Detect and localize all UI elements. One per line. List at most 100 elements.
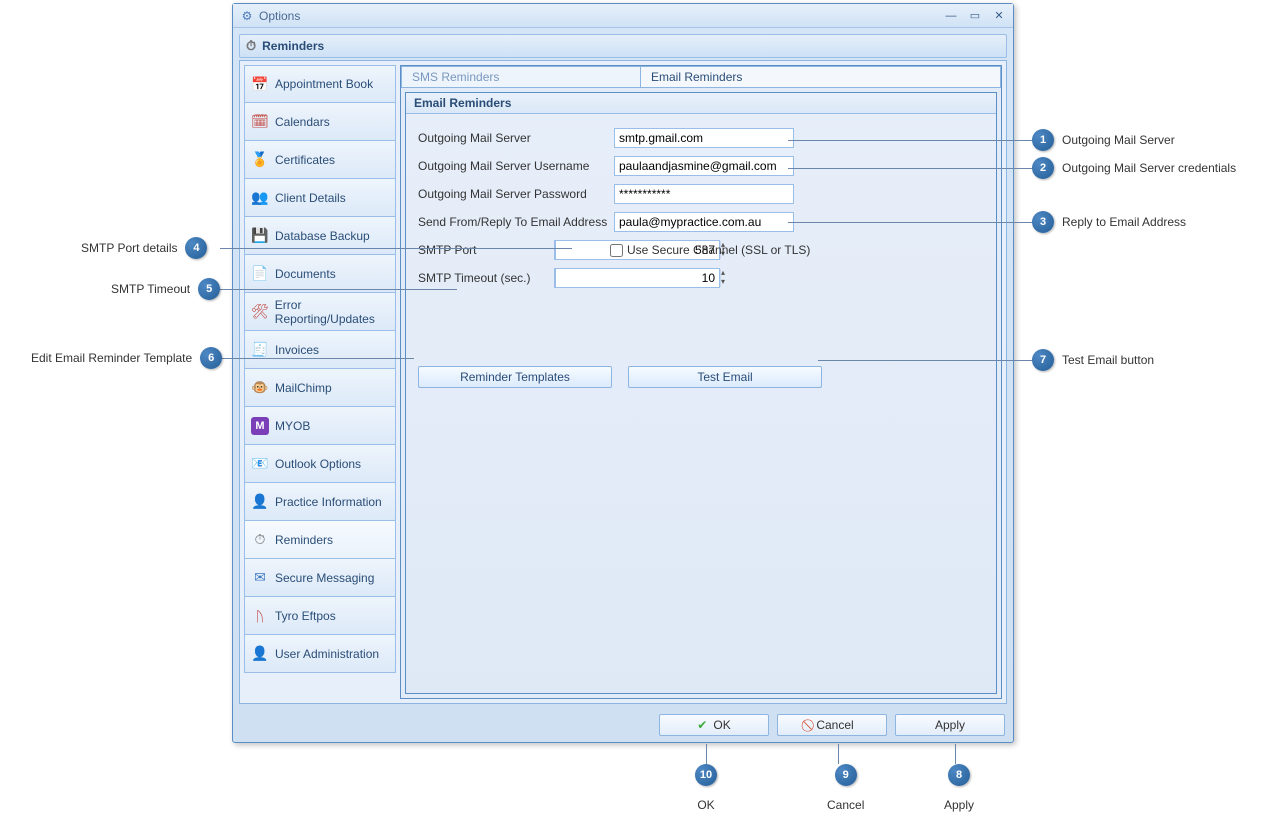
tyro-icon: ᚢ xyxy=(251,607,269,625)
mailchimp-icon: 🐵 xyxy=(251,379,269,397)
minimize-button[interactable]: — xyxy=(943,9,959,23)
leader-line xyxy=(788,222,1034,223)
callout-8: 8 Apply xyxy=(944,764,974,812)
close-button[interactable]: ✕ xyxy=(991,9,1007,23)
callout-1: 1 Outgoing Mail Server xyxy=(1032,129,1183,151)
myob-icon: M xyxy=(251,417,269,435)
dialog-buttons: ✔ OK ⃠ Cancel Apply xyxy=(659,714,1005,736)
sidebar-item-documents[interactable]: 📄 Documents xyxy=(244,255,396,293)
label-timeout: SMTP Timeout (sec.) xyxy=(418,271,554,285)
label-username: Outgoing Mail Server Username xyxy=(418,159,614,173)
leader-line xyxy=(220,289,457,290)
input-timeout[interactable]: ▴▾ xyxy=(554,268,596,288)
sidebar-item-myob[interactable]: M MYOB xyxy=(244,407,396,445)
sidebar-item-secure-messaging[interactable]: ✉ Secure Messaging xyxy=(244,559,396,597)
input-port[interactable]: ▴▾ xyxy=(554,240,596,260)
sidebar-item-label: Client Details xyxy=(275,191,346,205)
button-test-email[interactable]: Test Email xyxy=(628,366,822,388)
sidebar-item-label: Reminders xyxy=(275,533,333,547)
leader-line xyxy=(788,168,1034,169)
sidebar-item-certificates[interactable]: 🏅 Certificates xyxy=(244,141,396,179)
apply-button[interactable]: Apply xyxy=(895,714,1005,736)
sidebar-item-label: Invoices xyxy=(275,343,319,357)
label-ssl: Use Secure Channel (SSL or TLS) xyxy=(627,243,810,257)
sidebar-item-client-details[interactable]: 👥Client Details xyxy=(244,179,396,217)
input-password[interactable] xyxy=(614,184,794,204)
certificates-icon: 🏅 xyxy=(251,151,269,169)
spin-down-icon[interactable]: ▾ xyxy=(720,278,725,287)
sidebar-item-mailchimp[interactable]: 🐵 MailChimp xyxy=(244,369,396,407)
sidebar-item-label: Certificates xyxy=(275,153,335,167)
button-reminder-templates[interactable]: Reminder Templates xyxy=(418,366,612,388)
badge-7: 7 xyxy=(1032,349,1054,371)
check-icon: ✔ xyxy=(697,718,707,732)
database-icon: 💾 xyxy=(251,227,269,245)
sidebar-item-label: Secure Messaging xyxy=(275,571,374,585)
sidebar-item-label: MYOB xyxy=(275,419,310,433)
badge-9: 9 xyxy=(835,764,857,786)
sidebar-item-user-administration[interactable]: 👤 User Administration xyxy=(244,635,396,673)
badge-1: 1 xyxy=(1032,129,1054,151)
calendars-icon: 🗓 xyxy=(251,113,269,131)
input-from[interactable] xyxy=(614,212,794,232)
badge-10: 10 xyxy=(695,764,717,786)
outlook-icon: 📧 xyxy=(251,455,269,473)
sidebar-item-database-backup[interactable]: 💾 Database Backup xyxy=(244,217,396,255)
sidebar-item-calendars[interactable]: 🗓 Calendars xyxy=(244,103,396,141)
badge-6: 6 xyxy=(200,347,222,369)
invoices-icon: 🧾 xyxy=(251,341,269,359)
sidebar-item-tyro-eftpos[interactable]: ᚢ Tyro Eftpos xyxy=(244,597,396,635)
badge-4: 4 xyxy=(185,237,207,259)
sidebar: 📅 Appointment Book 🗓 Calendars 🏅 Certificates… xyxy=(244,65,396,699)
email-reminders-panel: Email Reminders Outgoing Mail Server Out… xyxy=(405,92,997,694)
section-header: ⏱ Reminders xyxy=(239,34,1007,58)
sidebar-item-label: User Administration xyxy=(275,647,379,661)
sidebar-item-practice-information[interactable]: 👤Practice Information xyxy=(244,483,396,521)
user-icon: 👤 xyxy=(251,645,269,663)
app-icon: ⚙ xyxy=(239,8,255,24)
sidebar-item-label: Appointment Book xyxy=(275,77,373,91)
sidebar-item-invoices[interactable]: 🧾 Invoices xyxy=(244,331,396,369)
input-username[interactable] xyxy=(614,156,794,176)
ok-button[interactable]: ✔ OK xyxy=(659,714,769,736)
sidebar-item-label: MailChimp xyxy=(275,381,332,395)
leader-line xyxy=(788,140,1034,141)
window-title: Options xyxy=(259,9,943,23)
sidebar-item-outlook-options[interactable]: 📧 Outlook Options xyxy=(244,445,396,483)
sidebar-item-label: Database Backup xyxy=(275,229,370,243)
panel-title: Email Reminders xyxy=(406,93,996,114)
leader-line xyxy=(955,744,956,764)
appointment-icon: 📅 xyxy=(251,75,269,93)
label-server: Outgoing Mail Server xyxy=(418,131,614,145)
cancel-button[interactable]: ⃠ Cancel xyxy=(777,714,887,736)
label-password: Outgoing Mail Server Password xyxy=(418,187,614,201)
section-title: Reminders xyxy=(262,39,324,53)
secure-icon: ✉ xyxy=(251,569,269,587)
callout-7: 7 Test Email button xyxy=(1032,349,1162,371)
sidebar-item-label: Tyro Eftpos xyxy=(275,609,336,623)
input-server[interactable] xyxy=(614,128,794,148)
tab-email-reminders[interactable]: Email Reminders xyxy=(641,66,1001,88)
sidebar-item-appointment-book[interactable]: 📅 Appointment Book xyxy=(244,65,396,103)
sidebar-item-label: Documents xyxy=(275,267,336,281)
tab-row: SMS Reminders Email Reminders xyxy=(401,66,1001,88)
documents-icon: 📄 xyxy=(251,265,269,283)
checkbox-ssl[interactable] xyxy=(610,244,623,257)
sidebar-item-label: Calendars xyxy=(275,115,330,129)
titlebar: ⚙ Options — ▭ ✕ xyxy=(233,4,1013,28)
sidebar-item-error-reporting-updates[interactable]: 🛠Error Reporting/Updates xyxy=(244,293,396,331)
callout-2: 2 Outgoing Mail Server credentials xyxy=(1032,157,1244,179)
tab-sms-reminders[interactable]: SMS Reminders xyxy=(401,66,641,88)
callout-9: 9 Cancel xyxy=(827,764,864,812)
maximize-button[interactable]: ▭ xyxy=(967,9,983,23)
sidebar-item-label: Outlook Options xyxy=(275,457,361,471)
clock-icon: ⏱ xyxy=(246,38,256,54)
sidebar-item-reminders[interactable]: ⏱Reminders xyxy=(244,521,396,559)
callout-4: 4 SMTP Port details xyxy=(73,237,207,259)
callout-3: 3 Reply to Email Address xyxy=(1032,211,1194,233)
leader-line xyxy=(838,744,839,764)
leader-line xyxy=(706,744,707,764)
badge-3: 3 xyxy=(1032,211,1054,233)
error-icon: 🛠 xyxy=(251,303,269,321)
callout-5: 5 SMTP Timeout xyxy=(103,278,220,300)
